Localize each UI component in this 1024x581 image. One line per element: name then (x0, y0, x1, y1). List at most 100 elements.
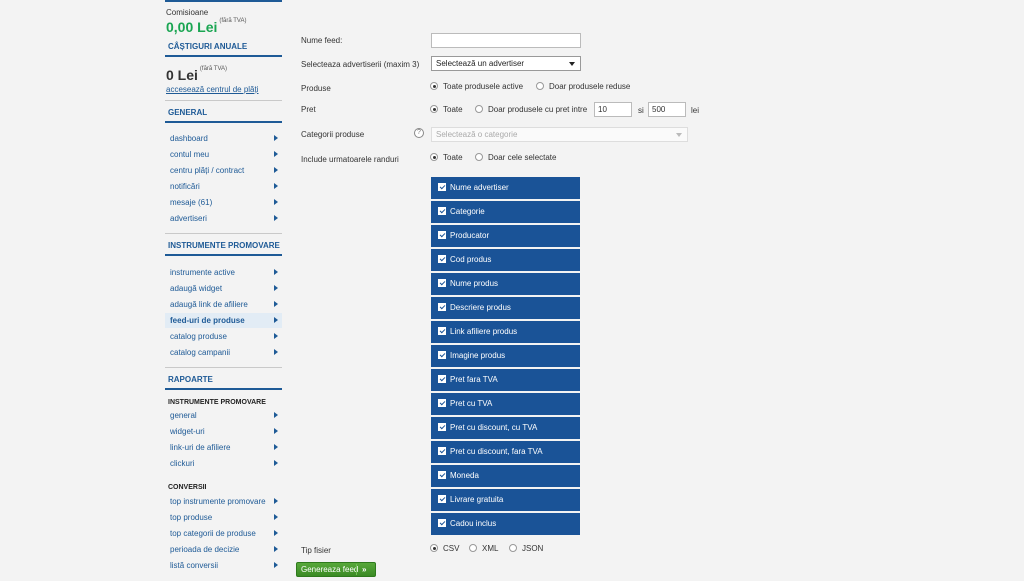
nav-label: centru plăți / contract (170, 166, 245, 175)
column-checkbox-row[interactable]: Cadou inclus (431, 513, 580, 535)
column-checkbox-row[interactable]: Cod produs (431, 249, 580, 271)
price-label: Pret (301, 105, 316, 114)
nav-label: feed-uri de produse (170, 316, 245, 325)
nav-item-add-widget[interactable]: adaugă widget (165, 281, 282, 296)
column-label: Nume advertiser (450, 183, 509, 192)
filetype-xml-option[interactable]: XML (469, 544, 498, 554)
checkbox-checked-icon (438, 231, 446, 239)
filetype-json-option[interactable]: JSON (509, 544, 543, 554)
nav-item-report-affiliate-links[interactable]: link-uri de afiliere (165, 440, 282, 455)
nav-label: catalog produse (170, 332, 227, 341)
column-checkbox-row[interactable]: Categorie (431, 201, 580, 223)
annual-earnings-amount: 0 Lei (fără TVA) (166, 66, 227, 83)
column-checkbox-row[interactable]: Pret cu discount, fara TVA (431, 441, 580, 463)
column-checkbox-row[interactable]: Imagine produs (431, 345, 580, 367)
chevron-right-icon (274, 498, 278, 504)
divider (165, 100, 282, 101)
dropdown-arrow-icon (676, 133, 682, 137)
chevron-right-icon (274, 135, 278, 141)
checkbox-checked-icon (438, 519, 446, 527)
products-all-option[interactable]: Toate produsele active (430, 82, 523, 92)
chevron-right-icon (274, 412, 278, 418)
feed-name-input[interactable] (431, 33, 581, 48)
nav-item-report-general[interactable]: general (165, 408, 282, 423)
column-label: Cadou inclus (450, 519, 497, 528)
reports-title: RAPOARTE (165, 375, 282, 390)
nav-item-active-tools[interactable]: instrumente active (165, 265, 282, 280)
column-checkbox-row[interactable]: Nume produs (431, 273, 580, 295)
price-all-option[interactable]: Toate (430, 105, 463, 115)
chevron-right-icon (274, 167, 278, 173)
nav-item-top-products[interactable]: top produse (165, 510, 282, 525)
advertiser-select[interactable]: Selectează un advertiser (431, 56, 581, 71)
nav-item-messages[interactable]: mesaje (61) (165, 195, 282, 210)
nav-label: clickuri (170, 459, 195, 468)
nav-label: listă conversii (170, 561, 219, 570)
radio-unchecked-icon (475, 153, 483, 161)
divider (165, 233, 282, 234)
column-checkbox-row[interactable]: Pret cu discount, cu TVA (431, 417, 580, 439)
column-label: Imagine produs (450, 351, 506, 360)
nav-label: mesaje (61) (170, 198, 213, 207)
chevron-right-icon (274, 349, 278, 355)
column-label: Descriere produs (450, 303, 511, 312)
radio-checked-icon (430, 544, 438, 552)
column-checkbox-row[interactable]: Nume advertiser (431, 177, 580, 199)
nav-item-campaign-catalog[interactable]: catalog campanii (165, 345, 282, 360)
checkbox-checked-icon (438, 423, 446, 431)
nav-item-report-widgets[interactable]: widget-uri (165, 424, 282, 439)
option-label: Toate produsele active (443, 82, 524, 91)
chevron-right-icon (274, 301, 278, 307)
column-checkbox-row[interactable]: Descriere produs (431, 297, 580, 319)
nav-item-advertisers[interactable]: advertiseri (165, 211, 282, 226)
nav-item-product-feeds[interactable]: feed-uri de produse (165, 313, 282, 328)
column-label: Producator (450, 231, 490, 240)
column-checkbox-row[interactable]: Producator (431, 225, 580, 247)
rows-all-option[interactable]: Toate (430, 153, 463, 163)
reports-promo-subheading: INSTRUMENTE PROMOVARE (168, 399, 266, 406)
filetype-csv-option[interactable]: CSV (430, 544, 459, 554)
column-checkbox-row[interactable]: Moneda (431, 465, 580, 487)
checkbox-checked-icon (438, 495, 446, 503)
checkbox-checked-icon (438, 375, 446, 383)
products-label: Produse (301, 84, 331, 93)
column-checkbox-row[interactable]: Pret fara TVA (431, 369, 580, 391)
price-max-input[interactable]: 500 (648, 102, 686, 117)
nav-item-notifications[interactable]: notificări (165, 179, 282, 194)
column-checkbox-row[interactable]: Pret cu TVA (431, 393, 580, 415)
rows-selected-option[interactable]: Doar cele selectate (475, 153, 556, 163)
nav-item-decision-period[interactable]: perioada de decizie (165, 542, 282, 557)
category-select[interactable]: Selectează o categorie (431, 127, 688, 142)
help-icon[interactable]: ? (414, 128, 424, 138)
nav-label: contul meu (170, 150, 210, 159)
nav-item-conversions-list[interactable]: listă conversii (165, 558, 282, 573)
nav-label: notificări (170, 182, 200, 191)
chevron-right-icon (274, 215, 278, 221)
nav-label: adaugă widget (170, 284, 223, 293)
nav-item-top-tools[interactable]: top instrumente promovare (165, 494, 282, 509)
chevron-right-icon (274, 199, 278, 205)
products-discounted-option[interactable]: Doar produsele reduse (536, 82, 630, 92)
nav-item-dashboard[interactable]: dashboard (165, 131, 282, 146)
option-label: Doar cele selectate (488, 153, 557, 162)
nav-item-report-clicks[interactable]: clickuri (165, 456, 282, 471)
price-range-option[interactable]: Doar produsele cu pret intre (475, 105, 587, 115)
generate-feed-label: Genereaza feed (301, 565, 359, 574)
reports-conversions-subheading: CONVERSII (168, 484, 207, 491)
column-checkbox-row[interactable]: Livrare gratuita (431, 489, 580, 511)
column-checkbox-row[interactable]: Link afiliere produs (431, 321, 580, 343)
nav-label: adaugă link de afiliere (170, 300, 248, 309)
column-label: Pret cu discount, cu TVA (450, 423, 538, 432)
column-label: Livrare gratuita (450, 495, 504, 504)
payments-center-link[interactable]: accesează centrul de plăți (166, 85, 259, 94)
nav-item-account[interactable]: contul meu (165, 147, 282, 162)
nav-item-add-affiliate-link[interactable]: adaugă link de afiliere (165, 297, 282, 312)
checkbox-checked-icon (438, 399, 446, 407)
nav-item-top-categories[interactable]: top categorii de produse (165, 526, 282, 541)
nav-item-product-catalog[interactable]: catalog produse (165, 329, 282, 344)
price-min-input[interactable]: 10 (594, 102, 632, 117)
checkbox-checked-icon (438, 183, 446, 191)
option-label: Toate (443, 153, 463, 162)
nav-item-payments[interactable]: centru plăți / contract (165, 163, 282, 178)
generate-feed-button[interactable]: Genereaza feed » (296, 562, 376, 577)
